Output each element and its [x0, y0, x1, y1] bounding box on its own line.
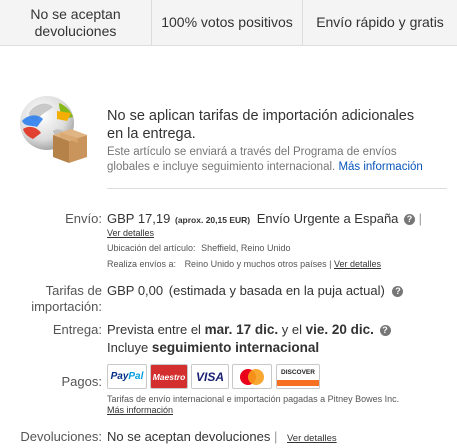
import-fees-label-line1: Tarifas de: [45, 283, 102, 298]
help-icon[interactable]: ?: [392, 286, 404, 298]
gsp-title: No se aplican tarifas de importación adi…: [107, 107, 447, 143]
shipping-details-row: Ver detalles: [107, 228, 154, 239]
delivery-line2-prefix: Incluye: [107, 340, 149, 355]
gsp-title-line2: en la entrega.: [107, 126, 196, 142]
returns-pipe: |: [273, 429, 278, 444]
shipping-pipe: |: [418, 211, 423, 226]
paypal-logo: PayPal: [107, 364, 147, 389]
returns-details-link[interactable]: Ver detalles: [287, 433, 337, 444]
globe-box-icon: [20, 96, 87, 163]
discover-text: DISCOVER: [281, 369, 315, 376]
mastercard-logo: [232, 364, 272, 389]
mastercard-circles-icon: [240, 368, 264, 385]
maestro-text: Maestro: [152, 371, 186, 382]
shipping-label: Envío:: [65, 211, 102, 226]
delivery-value: Prevista entre el mar. 17 dic. y el vie.…: [107, 321, 452, 357]
paypal-text-part1: Pay: [110, 371, 129, 382]
paypal-text-part2: Pal: [128, 371, 144, 382]
badge-fast-shipping: Envío rápido y gratis: [303, 0, 457, 45]
ships-to-details-link[interactable]: Ver detalles: [334, 259, 381, 269]
import-fees-value: GBP 0,00 (estimada y basada en la puja a…: [107, 282, 452, 299]
gsp-desc-line2: globales e incluye seguimiento internaci…: [107, 161, 336, 173]
shipping-approx: (aprox. 20,15 EUR): [175, 215, 251, 225]
returns-label: Devoluciones:: [20, 429, 102, 444]
delivery-date-start: mar. 17 dic.: [204, 322, 279, 337]
discover-stripe: [277, 380, 319, 386]
seller-badges: No se aceptan devoluciones 100% votos po…: [0, 0, 457, 46]
help-icon[interactable]: ?: [404, 214, 416, 226]
payments-note-block: Tarifas de envío internacional e importa…: [107, 394, 452, 416]
import-fees-label: Tarifas de importación:: [4, 283, 102, 315]
gsp-desc-line1: Este artículo se enviará a través del Pr…: [107, 146, 397, 158]
badge-no-returns-line2: devoluciones: [34, 22, 117, 39]
badge-positive-feedback: 100% votos positivos: [152, 0, 303, 45]
badge-no-returns-line1: No se aceptan: [30, 5, 121, 22]
shipping-price: GBP 17,19: [107, 211, 171, 226]
visa-logo: VISA: [191, 364, 229, 389]
import-fees-label-line2: importación:: [31, 299, 102, 314]
returns-text: No se aceptan devoluciones: [107, 429, 271, 444]
payments-note: Tarifas de envío internacional e importa…: [107, 394, 400, 404]
ships-to: Realiza envíos a: Reino Unido y muchos o…: [107, 259, 381, 270]
ships-to-value: Reino Unido y muchos otros países: [184, 259, 327, 269]
ships-to-label: Realiza envíos a:: [107, 259, 177, 269]
divider: [107, 188, 447, 189]
delivery-middle: y el: [281, 322, 302, 337]
gsp-description: Este artículo se enviará a través del Pr…: [107, 145, 447, 175]
help-icon[interactable]: ?: [379, 325, 391, 337]
returns-value: No se aceptan devoluciones | Ver detalle…: [107, 428, 452, 447]
maestro-logo: Maestro: [150, 364, 188, 389]
shipping-service: Envío Urgente a España: [256, 211, 399, 226]
badge-no-returns: No se aceptan devoluciones: [0, 0, 152, 45]
badge-positive-feedback-label: 100% votos positivos: [161, 14, 293, 30]
item-location-label: Ubicación del artículo:: [107, 243, 196, 253]
payments-more-info-link[interactable]: Más información: [107, 405, 173, 415]
delivery-tracking: seguimiento internacional: [151, 340, 320, 355]
gsp-title-line1: No se aplican tarifas de importación adi…: [107, 108, 415, 124]
delivery-label: Entrega:: [52, 322, 102, 337]
badge-fast-shipping-label: Envío rápido y gratis: [316, 14, 444, 30]
discover-logo: DISCOVER: [276, 364, 320, 389]
gsp-more-info-link[interactable]: Más información: [338, 161, 422, 173]
delivery-date-end: vie. 20 dic.: [305, 322, 374, 337]
item-location-value: Sheffield, Reino Unido: [201, 243, 291, 253]
visa-text: VISA: [195, 369, 224, 384]
import-fees-price: GBP 0,00: [107, 283, 164, 298]
import-fees-note: (estimada y basada en la puja actual): [168, 283, 385, 298]
item-location: Ubicación del artículo: Sheffield, Reino…: [107, 243, 290, 254]
delivery-prefix: Prevista entre el: [107, 322, 201, 337]
ships-to-pipe: |: [329, 259, 332, 269]
shipping-value: GBP 17,19 (aprox. 20,15 EUR) Envío Urgen…: [107, 210, 452, 229]
payments-label: Pagos:: [61, 374, 102, 389]
shipping-details-link[interactable]: Ver detalles: [107, 228, 154, 238]
